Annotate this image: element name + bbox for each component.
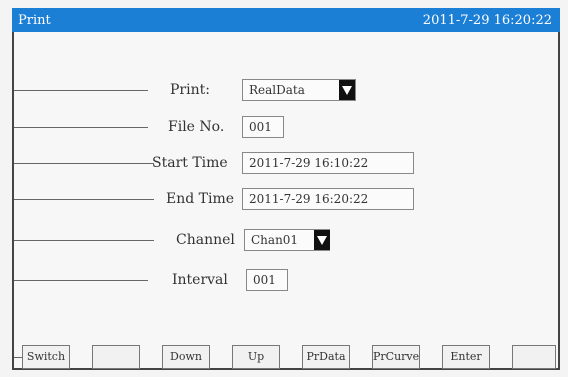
fkey-prdata-button[interactable]: PrData bbox=[302, 345, 350, 369]
leader-line bbox=[14, 90, 148, 91]
dropdown-arrow-icon[interactable] bbox=[339, 80, 355, 100]
fkey-down-button[interactable]: Down bbox=[162, 345, 210, 369]
screen-title: Print bbox=[18, 12, 51, 28]
end-time-label: End Time bbox=[166, 191, 235, 207]
file-no-field[interactable]: 001 bbox=[242, 116, 284, 138]
start-time-field[interactable]: 2011-7-29 16:10:22 bbox=[242, 152, 414, 174]
title-bar: Print 2011-7-29 16:20:22 bbox=[12, 8, 560, 32]
end-time-field[interactable]: 2011-7-29 16:20:22 bbox=[242, 188, 414, 210]
leader-line bbox=[14, 163, 154, 164]
leader-line bbox=[14, 199, 154, 200]
leader-line bbox=[14, 127, 148, 128]
file-no-label: File No. bbox=[168, 119, 225, 135]
device-screen: Print 2011-7-29 16:20:22 Print: RealData… bbox=[0, 0, 568, 377]
fkey-enter-button[interactable]: Enter bbox=[442, 345, 490, 369]
start-time-label: Start Time bbox=[152, 155, 228, 171]
fkey-blank-button[interactable] bbox=[512, 345, 556, 369]
fkey-switch-button[interactable]: Switch bbox=[22, 345, 70, 369]
dropdown-arrow-icon[interactable] bbox=[314, 230, 330, 250]
fkey-blank-button[interactable] bbox=[92, 345, 140, 369]
leader-line bbox=[14, 357, 22, 358]
interval-field[interactable]: 001 bbox=[246, 269, 288, 291]
interval-label: Interval bbox=[172, 272, 228, 288]
leader-line bbox=[14, 280, 148, 281]
datetime-display: 2011-7-29 16:20:22 bbox=[422, 12, 552, 28]
print-select-value: RealData bbox=[249, 83, 305, 97]
channel-label: Channel bbox=[176, 232, 235, 248]
fkey-up-button[interactable]: Up bbox=[232, 345, 280, 369]
channel-select-value: Chan01 bbox=[251, 233, 299, 247]
fkey-prcurve-button[interactable]: PrCurve bbox=[372, 345, 420, 369]
print-label: Print: bbox=[170, 82, 210, 98]
leader-line bbox=[14, 240, 154, 241]
